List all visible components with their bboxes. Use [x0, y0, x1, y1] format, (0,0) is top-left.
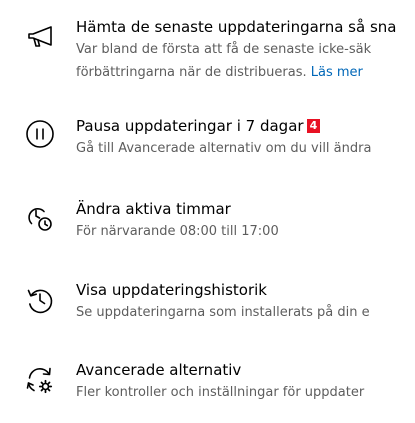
update-history-desc: Se uppdateringarna som installerats på d…	[76, 305, 370, 320]
active-hours-desc: För närvarande 08:00 till 17:00	[76, 224, 279, 239]
step-number-badge: 4	[306, 119, 321, 133]
learn-more-link[interactable]: Läs mer	[311, 65, 363, 80]
pause-updates-title: Pausa uppdateringar i 7 dagar 4	[76, 116, 321, 136]
get-latest-updates-desc-line2: förbättringarna när de distribueras. Läs…	[76, 63, 363, 83]
active-hours-item[interactable]: Ändra aktiva timmar För närvarande 08:00…	[0, 192, 415, 244]
pause-updates-desc: Gå till Avancerade alternativ om du vill…	[76, 141, 372, 156]
update-history-item[interactable]: Visa uppdateringshistorik Se uppdatering…	[0, 275, 415, 327]
megaphone-icon	[24, 22, 56, 54]
pause-icon	[24, 118, 56, 150]
history-icon	[24, 284, 56, 316]
get-latest-updates-desc-line1: Var bland de första att få de senaste ic…	[76, 42, 372, 57]
pause-updates-label: Pausa uppdateringar i 7 dagar	[76, 117, 304, 135]
advanced-options-item[interactable]: Avancerade alternativ Fler kontroller oc…	[0, 358, 415, 410]
active-hours-title: Ändra aktiva timmar	[76, 200, 231, 218]
update-history-title: Visa uppdateringshistorik	[76, 281, 267, 299]
advanced-options-desc: Fler kontroller och inställningar för up…	[76, 385, 365, 400]
sync-gear-icon	[24, 364, 56, 396]
advanced-options-title: Avancerade alternativ	[76, 361, 242, 379]
get-latest-updates-title: Hämta de senaste uppdateringarna så sna	[76, 18, 397, 36]
clock-schedule-icon	[24, 202, 56, 234]
get-latest-updates-desc-text: förbättringarna när de distribueras.	[76, 65, 307, 80]
get-latest-updates-item: Hämta de senaste uppdateringarna så sna …	[0, 0, 415, 100]
pause-updates-item[interactable]: Pausa uppdateringar i 7 dagar 4 Gå till A…	[0, 108, 415, 160]
